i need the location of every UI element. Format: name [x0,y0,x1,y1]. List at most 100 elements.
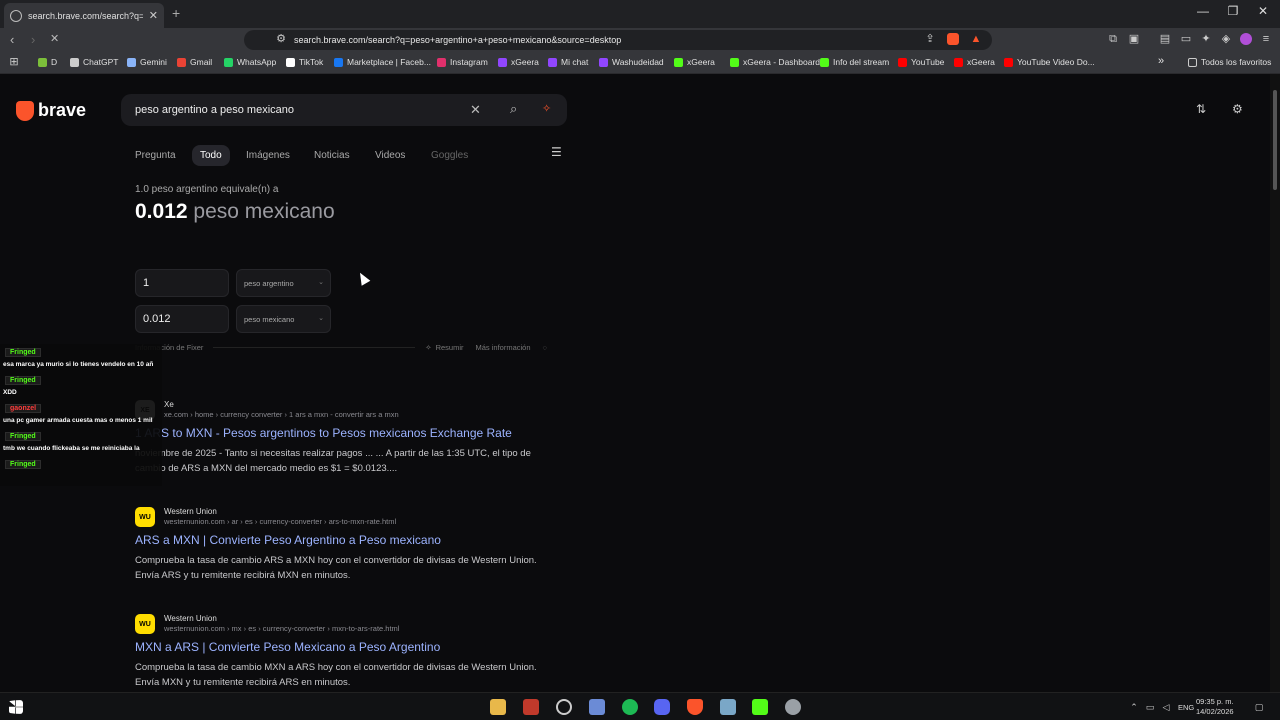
network-icon[interactable]: ▭ [1144,701,1156,713]
bookmark-item[interactable]: YouTube [898,57,944,67]
to-amount-input[interactable]: 0.012 [135,305,229,333]
result-title-link[interactable]: MXN a ARS | Convierte Peso Mexicano a Pe… [135,640,440,654]
tab-todo[interactable]: Todo [192,145,230,166]
notifications-icon[interactable]: ▢ [1253,701,1265,713]
start-button[interactable] [9,700,23,714]
app-icon[interactable] [523,699,539,715]
wallet-icon[interactable]: ▭ [1180,33,1192,45]
from-amount-input[interactable]: 1 [135,269,229,297]
spotify-icon[interactable] [622,699,638,715]
bookmark-item[interactable]: Mi chat [548,57,588,67]
obs-icon[interactable] [556,699,572,715]
from-currency-select[interactable]: peso argentino ⌄ [236,269,331,297]
file-explorer-icon[interactable] [490,699,506,715]
bookmark-item[interactable]: D [38,57,57,67]
tab-goggles[interactable]: Goggles [423,145,476,166]
app-icon[interactable] [785,699,801,715]
bookmark-label: Gemini [140,57,167,67]
app-icon[interactable] [589,699,605,715]
kick-icon[interactable] [752,699,768,715]
profile-avatar[interactable] [1240,33,1252,45]
bookmark-item[interactable]: xGeera [674,57,715,67]
bookmarks-overflow-button[interactable]: » [1158,55,1164,67]
bookmark-label: TikTok [299,57,324,67]
minimize-button[interactable]: — [1188,4,1218,18]
app-icon[interactable] [720,699,736,715]
bookmark-favicon-icon [437,57,446,67]
clear-search-icon[interactable]: ✕ [470,102,481,118]
bookmark-label: Mi chat [561,57,589,67]
discord-icon[interactable] [654,699,670,715]
forward-button[interactable]: › [31,32,35,47]
bookmark-item[interactable]: Instagram [437,57,488,67]
bookmark-item[interactable]: WhatsApp [224,57,276,67]
bookmark-item[interactable]: xGeera [954,57,995,67]
browser-tab[interactable]: search.brave.com/search?q=pes ✕ [4,3,164,28]
brave-taskbar-icon[interactable] [687,699,703,715]
close-tab-icon[interactable]: ✕ [149,9,158,22]
bookmark-item[interactable]: Gmail [177,57,212,67]
result-url[interactable]: xe.com › home › currency converter › 1 a… [164,410,399,419]
bookmark-label: xGeera [687,57,715,67]
menu-icon[interactable]: ≡ [1260,33,1272,45]
sidebar-icon[interactable]: ▤ [1159,33,1171,45]
summarize-link[interactable]: Resumir [436,343,464,352]
theme-toggle-icon[interactable]: ⇅ [1196,102,1206,116]
bookmark-item[interactable]: Marketplace | Faceb... [334,57,431,67]
page-scrollbar[interactable] [1270,74,1280,692]
site-settings-icon[interactable]: ⚙ [275,33,287,45]
to-currency-select[interactable]: peso mexicano ⌄ [236,305,331,333]
leo-ask-icon[interactable]: ✧ [542,102,551,115]
brave-rewards-icon[interactable]: ▲ [970,33,982,45]
bookmark-item[interactable]: Washudeidad [599,57,664,67]
brave-shields-icon[interactable] [947,33,959,45]
all-bookmarks-button[interactable]: Todos los favoritos [1188,57,1271,67]
tray-chevron-icon[interactable]: ⌃ [1128,701,1140,713]
bookmark-label: WhatsApp [237,57,277,67]
from-currency-label: peso argentino [244,279,294,288]
maximize-button[interactable]: ❐ [1218,4,1248,18]
brave-logo[interactable]: brave [16,100,86,121]
result-url[interactable]: westernunion.com › mx › es › currency-co… [164,624,399,633]
bookmark-favicon-icon [224,57,233,67]
tab-noticias[interactable]: Noticias [306,145,358,166]
tab-imgenes[interactable]: Imágenes [238,145,298,166]
close-window-button[interactable]: ✕ [1248,4,1278,18]
address-bar[interactable]: search.brave.com/search?q=peso+argentino… [244,30,992,50]
clock-date: 14/02/2026 [1196,707,1234,716]
result-title-link[interactable]: ARS a MXN | Convierte Peso Argentino a P… [135,533,441,547]
result-title-link[interactable]: 1 ARS to MXN - Pesos argentinos to Pesos… [135,426,512,440]
filters-icon[interactable]: ☰ [551,145,562,159]
back-button[interactable]: ‹ [10,32,14,47]
stop-button[interactable]: ✕ [50,32,59,45]
result-url[interactable]: westernunion.com › ar › es › currency-co… [164,517,396,526]
settings-gear-icon[interactable]: ⚙ [1232,102,1243,116]
bookmark-item[interactable]: xGeera [498,57,539,67]
apps-grid-icon[interactable]: ⊞ [8,56,20,68]
search-input[interactable]: peso argentino a peso mexicano [121,94,567,126]
screenshot-icon[interactable]: ▣ [1128,33,1140,45]
bookmark-favicon-icon [548,57,557,67]
volume-icon[interactable]: ◁ [1160,701,1172,713]
feedback-icon[interactable]: ◌ [543,343,547,352]
bookmark-item[interactable]: ChatGPT [70,57,118,67]
bookmark-item[interactable]: YouTube Video Do... [1004,57,1095,67]
more-info-link[interactable]: Más información [476,343,531,352]
new-tab-button[interactable]: + [172,5,180,21]
extensions-icon[interactable]: ⧉ [1107,33,1119,45]
leo-icon[interactable]: ✦ [1200,33,1212,45]
bookmark-item[interactable]: TikTok [286,57,323,67]
bookmark-label: Instagram [450,57,488,67]
search-icon[interactable]: ⌕ [510,101,517,117]
bookmark-item[interactable]: Gemini [127,57,167,67]
tab-videos[interactable]: Videos [367,145,413,166]
tab-pregunta[interactable]: Pregunta [127,145,184,166]
vpn-icon[interactable]: ◈ [1220,33,1232,45]
western-union-favicon: WU [135,614,155,634]
clock[interactable]: 09:35 p. m. 14/02/2026 [1196,697,1234,717]
language-indicator[interactable]: ENG [1178,703,1194,712]
bookmark-item[interactable]: xGeera - Dashboard [730,57,820,67]
scrollbar-thumb[interactable] [1273,90,1277,190]
share-icon[interactable]: ⇪ [924,33,936,45]
bookmark-item[interactable]: Info del stream [820,57,889,67]
